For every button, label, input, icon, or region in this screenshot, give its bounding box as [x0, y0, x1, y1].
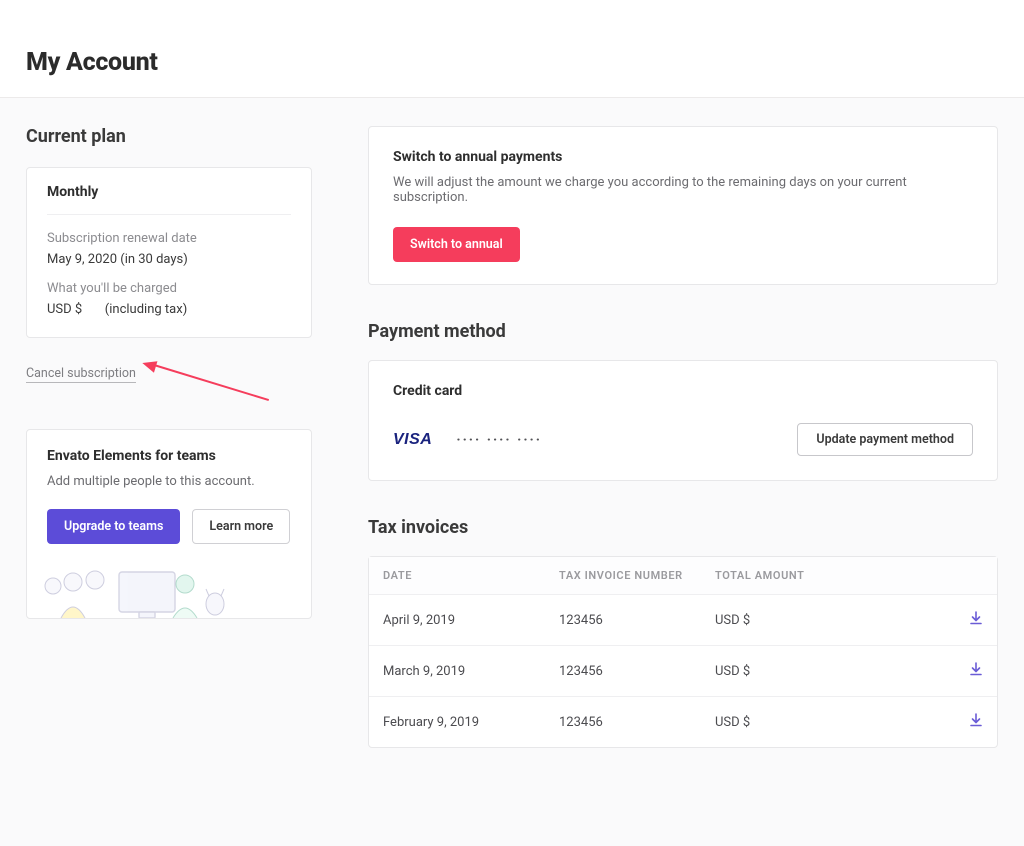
- invoices-header-row: DATE TAX INVOICE NUMBER TOTAL AMOUNT: [369, 557, 997, 595]
- switch-annual-title: Switch to annual payments: [393, 149, 973, 165]
- update-payment-method-button[interactable]: Update payment method: [797, 423, 973, 456]
- charge-value: USD $ (including tax): [47, 302, 291, 317]
- upgrade-teams-button[interactable]: Upgrade to teams: [47, 509, 180, 544]
- switch-annual-card: Switch to annual payments We will adjust…: [368, 126, 998, 285]
- left-column: Current plan Monthly Subscription renewa…: [26, 126, 312, 619]
- teams-card: Envato Elements for teams Add multiple p…: [26, 429, 312, 619]
- payment-method-card: Credit card VISA ···· ···· ···· Update p…: [368, 360, 998, 481]
- card-masked-number: ···· ···· ····: [456, 432, 542, 448]
- tax-invoices-heading: Tax invoices: [368, 517, 998, 538]
- learn-more-button[interactable]: Learn more: [192, 509, 290, 544]
- invoice-number: 123456: [559, 664, 715, 679]
- teams-title: Envato Elements for teams: [47, 448, 291, 464]
- card-brand-icon: VISA: [393, 431, 432, 449]
- page-header: My Account: [0, 0, 1024, 98]
- download-icon[interactable]: [969, 611, 983, 625]
- invoice-date: March 9, 2019: [383, 664, 559, 679]
- charge-prefix: USD $: [47, 302, 82, 317]
- invoices-table: DATE TAX INVOICE NUMBER TOTAL AMOUNT Apr…: [368, 556, 998, 748]
- charge-label: What you'll be charged: [47, 281, 291, 296]
- renewal-date-value: May 9, 2020 (in 30 days): [47, 252, 291, 267]
- download-icon[interactable]: [969, 713, 983, 727]
- invoice-number: 123456: [559, 613, 715, 628]
- col-num-header: TAX INVOICE NUMBER: [559, 569, 715, 582]
- invoice-number: 123456: [559, 715, 715, 730]
- teams-illustration: [27, 562, 311, 618]
- invoice-amount: USD $: [715, 664, 953, 679]
- plan-name: Monthly: [47, 184, 291, 215]
- table-row: February 9, 2019 123456 USD $: [369, 697, 997, 747]
- page-title: My Account: [26, 48, 998, 77]
- renewal-date-label: Subscription renewal date: [47, 231, 291, 246]
- col-amt-header: TOTAL AMOUNT: [715, 569, 953, 582]
- credit-card-label: Credit card: [393, 383, 973, 399]
- plan-card: Monthly Subscription renewal date May 9,…: [26, 167, 312, 338]
- charge-suffix: (including tax): [105, 302, 187, 317]
- cancel-subscription-link[interactable]: Cancel subscription: [26, 366, 136, 383]
- invoice-date: April 9, 2019: [383, 613, 559, 628]
- right-column: Switch to annual payments We will adjust…: [368, 126, 998, 748]
- download-icon[interactable]: [969, 662, 983, 676]
- teams-desc: Add multiple people to this account.: [47, 474, 291, 489]
- current-plan-heading: Current plan: [26, 126, 312, 147]
- invoice-amount: USD $: [715, 613, 953, 628]
- col-date-header: DATE: [383, 569, 559, 582]
- invoice-date: February 9, 2019: [383, 715, 559, 730]
- table-row: March 9, 2019 123456 USD $: [369, 646, 997, 697]
- invoice-amount: USD $: [715, 715, 953, 730]
- switch-annual-desc: We will adjust the amount we charge you …: [393, 175, 973, 205]
- table-row: April 9, 2019 123456 USD $: [369, 595, 997, 646]
- payment-method-heading: Payment method: [368, 321, 998, 342]
- switch-annual-button[interactable]: Switch to annual: [393, 227, 520, 262]
